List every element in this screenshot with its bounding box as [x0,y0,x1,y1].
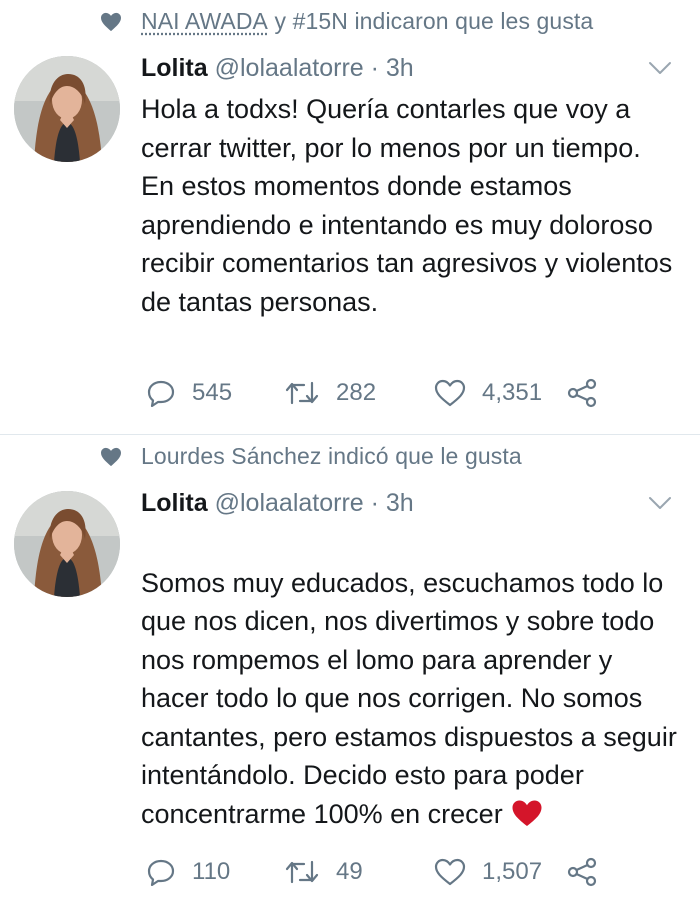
tweet-text: Somos muy educados, escuchamos todo lo q… [141,567,677,829]
social-context: Lourdes Sánchez indicó que le gusta [100,443,522,470]
retweet-button[interactable]: 282 [284,379,434,407]
chevron-down-icon[interactable] [648,60,672,76]
retweet-icon [285,860,319,884]
profile-photo [14,56,120,162]
tweet[interactable]: Lourdes Sánchez indicó que le gusta Loli… [0,435,700,913]
retweet-button[interactable]: 49 [284,858,434,886]
avatar[interactable] [14,491,120,597]
timestamp[interactable]: 3h [386,489,414,517]
reply-button[interactable]: 110 [146,858,284,886]
retweet-count: 49 [336,858,363,885]
like-icon [434,858,466,886]
tweet-header: Lolita @lolaalatorre · 3h [141,54,414,83]
author-name[interactable]: Lolita [141,54,208,82]
like-button[interactable]: 4,351 [434,379,574,407]
red-heart-emoji [512,800,542,826]
like-count: 1,507 [482,858,543,885]
like-icon [434,379,466,407]
tweet-text: Hola a todxs! Quería contarles que voy a… [141,94,673,317]
reply-count: 110 [192,858,231,885]
tweet-text-container: Somos muy educados, escuchamos todo lo q… [141,525,681,833]
like-button[interactable]: 1,507 [434,858,574,886]
reply-count: 545 [192,379,233,406]
reply-button[interactable]: 545 [146,379,284,407]
social-context-text: y #15N indicaron que les gusta [268,8,594,34]
heart-icon [101,12,121,31]
chevron-down-icon[interactable] [648,495,672,511]
social-context-name[interactable]: NAI AWADA [141,8,268,35]
retweet-icon [285,381,319,405]
avatar[interactable] [14,56,120,162]
profile-photo [14,491,120,597]
share-button[interactable] [566,378,598,408]
author-handle[interactable]: @lolaalatorre [215,54,364,82]
share-button[interactable] [566,857,598,887]
tweet[interactable]: NAI AWADA y #15N indicaron que les gusta… [0,0,700,435]
retweet-count: 282 [336,379,377,406]
reply-icon [147,380,175,407]
reply-icon [147,859,175,886]
tweet-actions: 110 49 1,507 [146,857,598,887]
timestamp[interactable]: 3h [386,54,414,82]
separator-dot: · [363,54,386,82]
tweet-actions: 545 282 4,351 [146,378,598,408]
like-count: 4,351 [482,379,543,406]
heart-icon [101,447,121,466]
author-handle[interactable]: @lolaalatorre [215,489,364,517]
share-icon [567,857,597,887]
tweet-header: Lolita @lolaalatorre · 3h [141,489,414,518]
author-name[interactable]: Lolita [141,489,208,517]
social-context: NAI AWADA y #15N indicaron que les gusta [100,8,593,35]
separator-dot: · [363,489,386,517]
share-icon [567,378,597,408]
social-context-text[interactable]: Lourdes Sánchez indicó que le gusta [141,443,522,470]
